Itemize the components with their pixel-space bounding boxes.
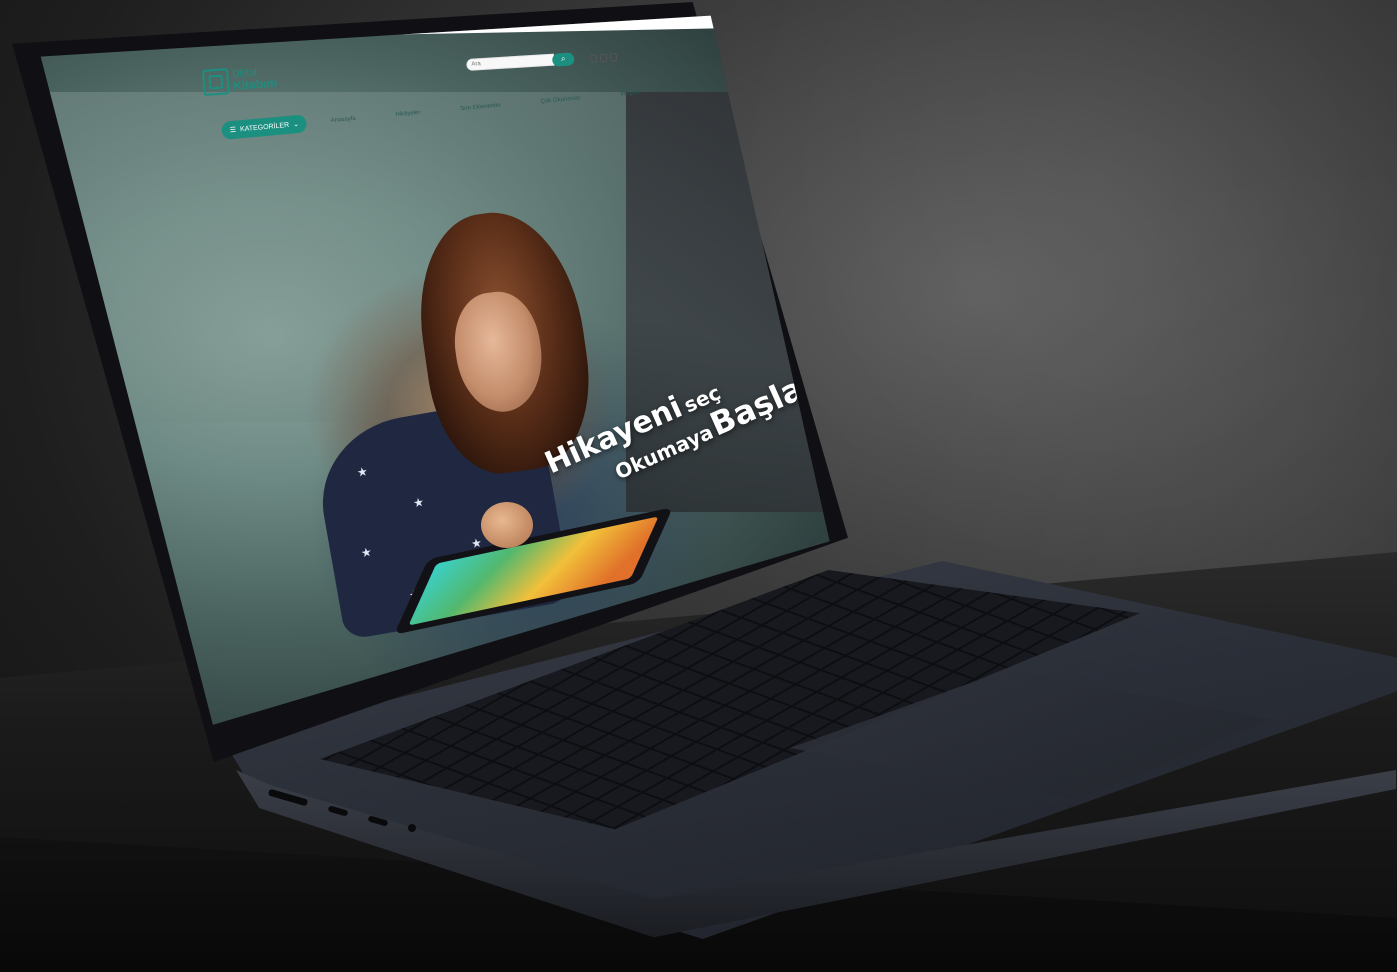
nav-item-stories[interactable]: Hikâyeler bbox=[395, 110, 420, 118]
search-button[interactable]: ⌕ bbox=[551, 51, 575, 67]
menu-icon[interactable] bbox=[609, 53, 618, 62]
logo-line2: Kitabım bbox=[232, 75, 278, 93]
nav-item-home[interactable]: Anasayfa bbox=[331, 116, 356, 124]
categories-label: KATEGORİLER bbox=[239, 121, 290, 133]
header-icons bbox=[589, 53, 618, 63]
search-icon: ⌕ bbox=[560, 53, 566, 64]
user-icon[interactable] bbox=[589, 54, 598, 63]
list-icon: ☰ bbox=[229, 126, 237, 135]
nav-item-popular[interactable]: Çok Okunanlar bbox=[540, 95, 580, 105]
nav-item-latest[interactable]: Son Eklenenler bbox=[460, 103, 501, 113]
book-icon bbox=[202, 68, 230, 96]
chevron-down-icon: ⌄ bbox=[292, 120, 300, 129]
favorites-icon[interactable] bbox=[599, 53, 608, 63]
child-hand bbox=[481, 502, 533, 548]
site-logo[interactable]: Dijital Kitabım bbox=[202, 65, 278, 96]
nav-item-contact[interactable]: İletişim bbox=[620, 90, 639, 98]
